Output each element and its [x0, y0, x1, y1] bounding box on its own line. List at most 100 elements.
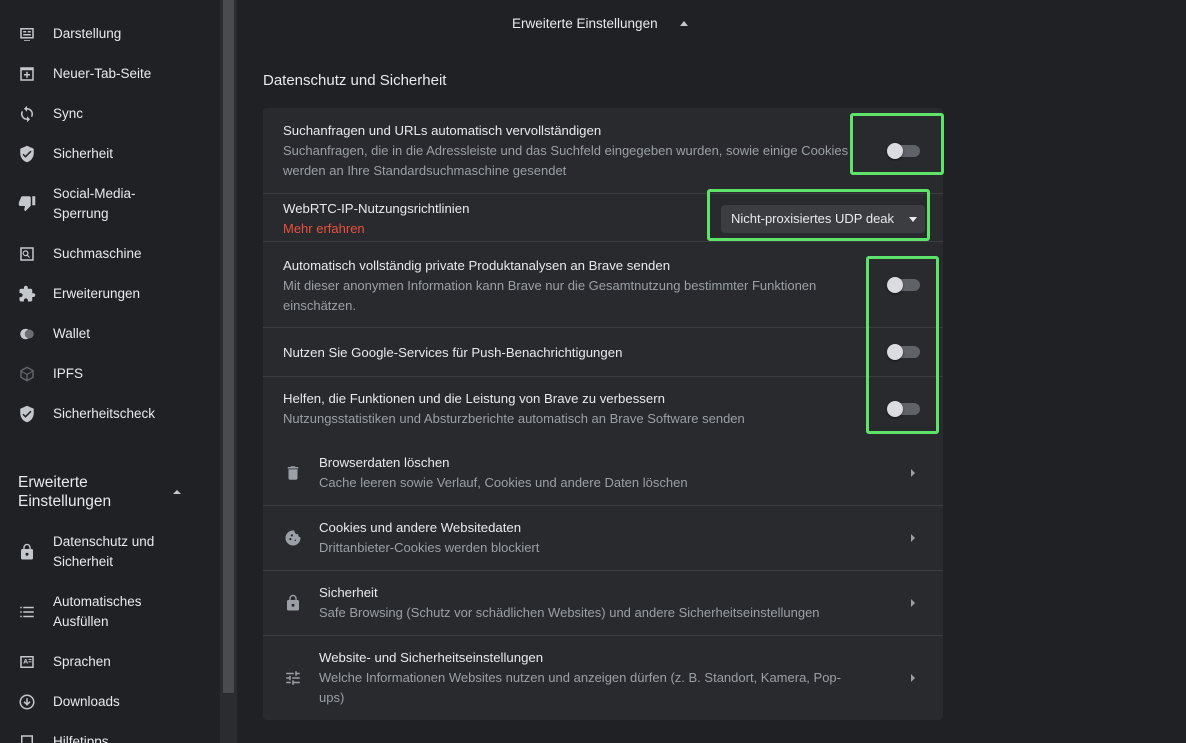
search-icon — [18, 245, 36, 263]
subpage-clear-browsing-data[interactable]: Browserdaten löschen Cache leeren sowie … — [263, 444, 943, 506]
sidebar-item-security[interactable]: Sicherheit — [0, 144, 220, 164]
setting-title: Automatisch vollständig private Produkta… — [283, 258, 671, 273]
trash-icon — [283, 463, 303, 483]
caret-up-icon — [679, 21, 688, 26]
sidebar-item-ipfs[interactable]: IPFS — [0, 364, 220, 384]
sidebar-item-wallet[interactable]: Wallet — [0, 324, 220, 344]
setting-row-metrics: Helfen, die Funktionen und die Leistung … — [263, 376, 943, 444]
subpage-cookies[interactable]: Cookies und andere Websitedaten Drittanb… — [263, 505, 943, 570]
advanced-settings-header[interactable]: Erweiterte Einstellungen — [512, 16, 688, 31]
toggle-knob — [887, 401, 903, 417]
sidebar-item-new-tab[interactable]: Neuer-Tab-Seite — [0, 64, 220, 84]
subpage-title: Browserdaten löschen — [319, 455, 450, 470]
setting-subtitle: einschätzen. — [283, 298, 356, 313]
cookie-icon — [283, 528, 303, 548]
lock-icon — [283, 593, 303, 613]
subpage-site-settings[interactable]: Website- und Sicherheitseinstellungen We… — [263, 635, 943, 720]
setting-subtitle: Nutzungsstatistiken und Absturzberichte … — [283, 411, 745, 426]
subpage-title: Cookies und andere Websitedaten — [319, 520, 522, 535]
new-tab-icon — [18, 65, 36, 83]
advanced-settings-label: Erweiterte Einstellungen — [512, 16, 658, 31]
list-icon — [18, 603, 36, 621]
caret-up-icon[interactable] — [173, 490, 181, 494]
chevron-right-icon — [909, 533, 917, 543]
setting-title: WebRTC-IP-Nutzungsrichtlinien — [283, 201, 470, 216]
privacy-card: Suchanfragen und URLs automatisch vervol… — [263, 108, 943, 720]
sidebar-scrollbar[interactable] — [220, 0, 237, 743]
sidebar-item-label: Downloads — [53, 694, 120, 709]
setting-subtitle: Mit dieser anonymen Information kann Bra… — [283, 278, 817, 293]
sidebar-item-label: Darstellung — [53, 26, 122, 41]
setting-subtitle: werden an Ihre Standardsuchmaschine gese… — [283, 163, 567, 178]
sidebar-item-search-engine[interactable]: Suchmaschine — [0, 244, 220, 264]
dropdown-caret-icon — [909, 217, 917, 222]
sidebar-item-appearance[interactable]: Darstellung — [0, 24, 220, 44]
subpage-desc: Welche Informationen Websites nutzen und… — [319, 670, 841, 685]
sidebar-item-help-tips[interactable]: Hilfetipps — [0, 732, 220, 743]
sidebar-item-label: Sync — [53, 106, 84, 121]
sidebar-item-sync[interactable]: Sync — [0, 104, 220, 124]
learn-more-link[interactable]: Mehr erfahren — [283, 219, 365, 239]
subpage-title: Website- und Sicherheitseinstellungen — [319, 650, 544, 665]
sidebar-item-extensions[interactable]: Erweiterungen — [0, 284, 220, 304]
subpage-desc: ups) — [319, 690, 345, 705]
sync-icon — [18, 105, 36, 123]
sidebar-advanced-label: Einstellungen — [18, 493, 112, 510]
sidebar-item-label: Sicherheit — [53, 554, 114, 569]
help-icon — [18, 733, 36, 743]
subpage-title: Sicherheit — [319, 585, 378, 600]
main-content: Erweiterte Einstellungen Datenschutz und… — [237, 0, 1186, 743]
sidebar-item-label: Wallet — [53, 326, 91, 341]
subpage-desc: Cache leeren sowie Verlauf, Cookies und … — [319, 475, 688, 490]
sidebar-item-label: Hilfetipps — [53, 734, 109, 743]
subpage-security[interactable]: Sicherheit Safe Browsing (Schutz vor sch… — [263, 570, 943, 635]
setting-row-push: Nutzen Sie Google-Services für Push-Bena… — [263, 327, 943, 376]
sidebar-item-label: Neuer-Tab-Seite — [53, 66, 152, 81]
sidebar-advanced-label: Erweiterte — [18, 474, 88, 491]
setting-row-autocomplete: Suchanfragen und URLs automatisch vervol… — [263, 108, 943, 193]
toggle-knob — [887, 143, 903, 159]
push-services-toggle[interactable] — [887, 344, 920, 360]
sidebar-item-label: Ausfüllen — [53, 614, 109, 629]
chevron-right-icon — [909, 468, 917, 478]
select-value: Nicht-proxisiertes UDP deak — [731, 211, 895, 226]
sidebar-item-label: Automatisches — [53, 594, 142, 609]
sidebar-item-downloads[interactable]: Downloads — [0, 692, 220, 712]
sidebar-item-social-media[interactable]: Social-Media- Sperrung — [0, 184, 220, 224]
sidebar-item-languages[interactable]: Sprachen — [0, 652, 220, 672]
toggle-knob — [887, 277, 903, 293]
sidebar-item-label: Erweiterungen — [53, 286, 141, 301]
metrics-toggle[interactable] — [887, 401, 920, 417]
section-title: Datenschutz und Sicherheit — [263, 72, 447, 89]
cube-icon — [18, 365, 36, 383]
setting-title: Nutzen Sie Google-Services für Push-Bena… — [283, 345, 623, 360]
chevron-right-icon — [909, 673, 917, 683]
lock-icon — [18, 543, 36, 561]
sidebar-item-autofill[interactable]: Automatisches Ausfüllen — [0, 592, 220, 632]
sidebar-item-label: Sprachen — [53, 654, 111, 669]
puzzle-icon — [18, 285, 36, 303]
sidebar: Darstellung Neuer-Tab-Seite Sync Sicherh… — [0, 0, 220, 743]
sidebar-item-label: Suchmaschine — [53, 246, 142, 261]
sidebar-item-label: Social-Media- — [53, 186, 136, 201]
appearance-icon — [18, 25, 36, 43]
webrtc-policy-select[interactable]: Nicht-proxisiertes UDP deak — [721, 205, 925, 233]
subpage-desc: Safe Browsing (Schutz vor schädlichen We… — [319, 605, 820, 620]
chevron-right-icon — [909, 598, 917, 608]
toggle-knob — [887, 344, 903, 360]
shield-check-icon — [18, 405, 36, 423]
sidebar-advanced-toggle[interactable]: Erweiterte Einstellungen — [18, 473, 188, 511]
wallet-icon — [18, 325, 36, 343]
sidebar-item-label: IPFS — [53, 366, 84, 381]
sidebar-item-safety-check[interactable]: Sicherheitscheck — [0, 404, 220, 424]
analytics-toggle[interactable] — [887, 277, 920, 293]
sidebar-item-label: Sicherheit — [53, 146, 114, 161]
language-icon — [18, 653, 36, 671]
setting-subtitle: Suchanfragen, die in die Adressleiste un… — [283, 143, 849, 158]
scrollbar-thumb[interactable] — [223, 0, 234, 693]
setting-title: Helfen, die Funktionen und die Leistung … — [283, 391, 665, 406]
autocomplete-toggle[interactable] — [887, 143, 920, 159]
tune-icon — [283, 668, 303, 688]
sidebar-item-privacy[interactable]: Datenschutz und Sicherheit — [0, 532, 220, 572]
thumbs-down-icon — [18, 194, 36, 212]
